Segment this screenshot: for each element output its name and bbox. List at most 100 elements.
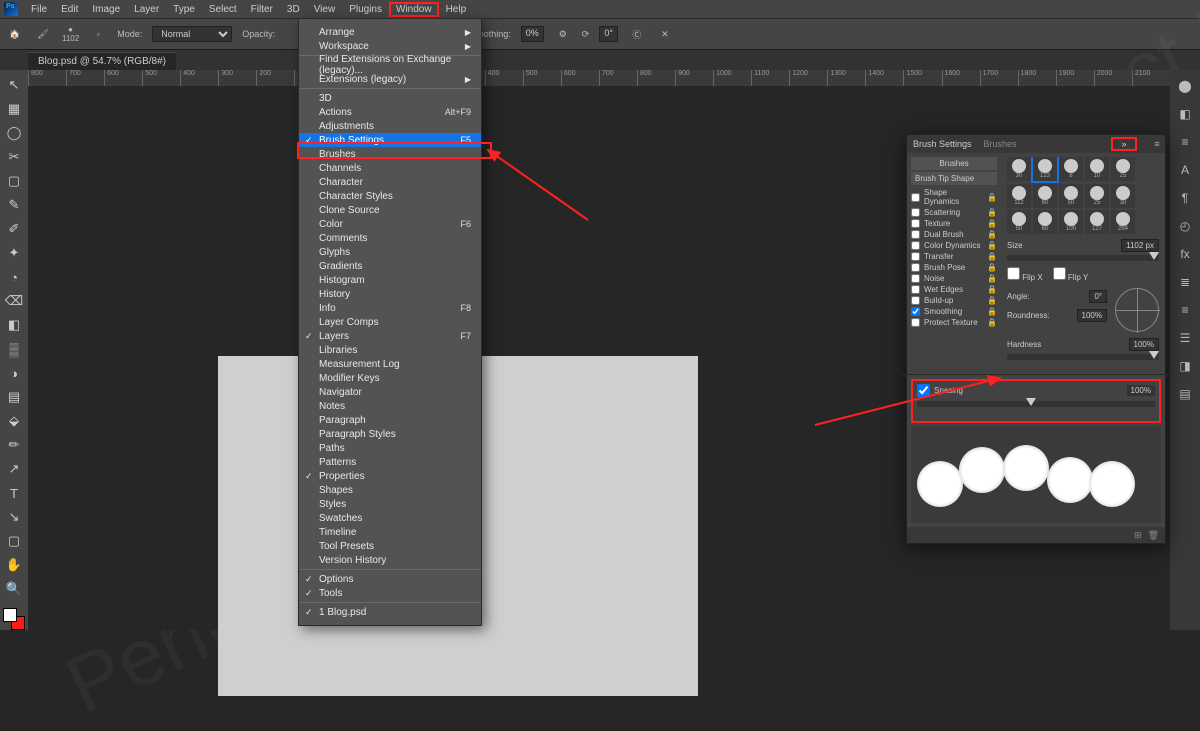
menu-item-paragraph[interactable]: Paragraph: [299, 413, 481, 427]
brush-preset[interactable]: 10: [1085, 157, 1109, 181]
brush-option-transfer[interactable]: Transfer🔒: [907, 251, 1001, 262]
tool-3[interactable]: ✂: [3, 146, 25, 168]
pressure-icon[interactable]: Ⓒ: [628, 25, 646, 43]
menu-item-tool-presets[interactable]: Tool Presets: [299, 539, 481, 553]
new-brush-icon[interactable]: ⊞: [1134, 530, 1142, 541]
menu-item-channels[interactable]: Channels: [299, 161, 481, 175]
lock-icon[interactable]: 🔒: [987, 219, 997, 228]
menu-item-patterns[interactable]: Patterns: [299, 455, 481, 469]
lock-icon[interactable]: 🔒: [987, 241, 997, 250]
brush-preset[interactable]: 127: [1085, 210, 1109, 234]
size-slider[interactable]: [1007, 255, 1159, 261]
spacing-slider[interactable]: [917, 401, 1155, 407]
menu-layer[interactable]: Layer: [127, 2, 166, 17]
brush-preset[interactable]: 8: [1059, 157, 1083, 181]
brush-option-protect-texture[interactable]: Protect Texture🔒: [907, 317, 1001, 328]
brush-preset[interactable]: 112: [1007, 184, 1031, 208]
menu-item-workspace[interactable]: Workspace▶: [299, 39, 481, 53]
lock-icon[interactable]: 🔒: [987, 208, 997, 217]
menu-item-actions[interactable]: ActionsAlt+F9: [299, 105, 481, 119]
lock-icon[interactable]: 🔒: [987, 263, 997, 272]
menu-item-1-blog-psd[interactable]: ✓1 Blog.psd: [299, 605, 481, 619]
menu-item-layer-comps[interactable]: Layer Comps: [299, 315, 481, 329]
panel-icon-10[interactable]: ◨: [1175, 356, 1195, 376]
menu-item-history[interactable]: History: [299, 287, 481, 301]
size-value[interactable]: 1102 px: [1121, 239, 1159, 252]
menu-item-timeline[interactable]: Timeline: [299, 525, 481, 539]
menu-image[interactable]: Image: [85, 2, 127, 17]
menu-item-find-extensions-on-exchange-legacy-[interactable]: Find Extensions on Exchange (legacy)...: [299, 58, 481, 72]
tool-14[interactable]: ⬙: [3, 410, 25, 432]
menu-item-notes[interactable]: Notes: [299, 399, 481, 413]
menu-window[interactable]: Window: [389, 2, 439, 17]
menu-item-color[interactable]: ColorF6: [299, 217, 481, 231]
menu-filter[interactable]: Filter: [244, 2, 280, 17]
panel-icon-0[interactable]: ⬤: [1175, 76, 1195, 96]
brush-preset[interactable]: 60: [1033, 184, 1057, 208]
home-icon[interactable]: 🏠: [6, 25, 24, 43]
smoothing-options-icon[interactable]: ⚙: [554, 25, 572, 43]
brush-option-texture[interactable]: Texture🔒: [907, 218, 1001, 229]
menu-item-paragraph-styles[interactable]: Paragraph Styles: [299, 427, 481, 441]
lock-icon[interactable]: 🔒: [987, 252, 997, 261]
tool-2[interactable]: ◯: [3, 122, 25, 144]
menu-item-layers[interactable]: ✓LayersF7: [299, 329, 481, 343]
menu-item-3d[interactable]: 3D: [299, 91, 481, 105]
menu-3d[interactable]: 3D: [280, 2, 307, 17]
menu-item-properties[interactable]: ✓Properties: [299, 469, 481, 483]
hardness-value[interactable]: 100%: [1129, 338, 1159, 351]
menu-view[interactable]: View: [307, 2, 343, 17]
menu-item-info[interactable]: InfoF8: [299, 301, 481, 315]
menu-item-adjustments[interactable]: Adjustments: [299, 119, 481, 133]
symmetry-icon[interactable]: ✕: [656, 25, 674, 43]
tool-20[interactable]: ✋: [3, 554, 25, 576]
angle-control[interactable]: [1115, 288, 1159, 332]
tool-0[interactable]: ↖: [3, 74, 25, 96]
tool-18[interactable]: ↘: [3, 506, 25, 528]
flip-y-checkbox[interactable]: Flip Y: [1053, 267, 1089, 282]
panel-icon-3[interactable]: A: [1175, 160, 1195, 180]
brush-panel-toggle-icon[interactable]: ▫: [89, 25, 107, 43]
brush-preset[interactable]: 284: [1111, 210, 1135, 234]
menu-item-arrange[interactable]: Arrange▶: [299, 25, 481, 39]
menu-item-shapes[interactable]: Shapes: [299, 483, 481, 497]
brush-option-build-up[interactable]: Build-up🔒: [907, 295, 1001, 306]
tool-1[interactable]: ▦: [3, 98, 25, 120]
tool-6[interactable]: ✐: [3, 218, 25, 240]
panel-icon-9[interactable]: ☰: [1175, 328, 1195, 348]
roundness-value[interactable]: 100%: [1077, 309, 1107, 322]
brushes-header[interactable]: Brushes: [911, 157, 997, 170]
menu-item-clone-source[interactable]: Clone Source: [299, 203, 481, 217]
lock-icon[interactable]: 🔒: [987, 318, 997, 327]
menu-file[interactable]: File: [24, 2, 54, 17]
menu-item-histogram[interactable]: Histogram: [299, 273, 481, 287]
brush-preset[interactable]: 60: [1033, 210, 1057, 234]
menu-item-styles[interactable]: Styles: [299, 497, 481, 511]
menu-item-libraries[interactable]: Libraries: [299, 343, 481, 357]
tool-11[interactable]: ▒: [3, 338, 25, 360]
panel-icon-6[interactable]: fx: [1175, 244, 1195, 264]
tab-brush-settings[interactable]: Brush Settings: [913, 139, 972, 149]
panel-icon-4[interactable]: ¶: [1175, 188, 1195, 208]
lock-icon[interactable]: 🔒: [987, 285, 997, 294]
brush-preset[interactable]: 123: [1033, 157, 1057, 181]
trash-icon[interactable]: 🗑: [1148, 530, 1159, 541]
menu-item-gradients[interactable]: Gradients: [299, 259, 481, 273]
smoothing-value[interactable]: 0%: [521, 26, 544, 42]
brush-option-noise[interactable]: Noise🔒: [907, 273, 1001, 284]
panel-icon-1[interactable]: ◧: [1175, 104, 1195, 124]
menu-item-paths[interactable]: Paths: [299, 441, 481, 455]
tool-15[interactable]: ✏: [3, 434, 25, 456]
lock-icon[interactable]: 🔒: [987, 307, 997, 316]
menu-item-options[interactable]: ✓Options: [299, 572, 481, 586]
menu-item-brushes[interactable]: Brushes: [299, 147, 481, 161]
brush-option-shape-dynamics[interactable]: Shape Dynamics🔒: [907, 187, 1001, 207]
blend-mode-select[interactable]: Normal: [152, 26, 232, 42]
brush-option-wet-edges[interactable]: Wet Edges🔒: [907, 284, 1001, 295]
brush-option-scattering[interactable]: Scattering🔒: [907, 207, 1001, 218]
panel-collapse-icon[interactable]: »: [1111, 137, 1137, 151]
menu-type[interactable]: Type: [166, 2, 202, 17]
menu-item-swatches[interactable]: Swatches: [299, 511, 481, 525]
menu-item-measurement-log[interactable]: Measurement Log: [299, 357, 481, 371]
menu-select[interactable]: Select: [202, 2, 244, 17]
